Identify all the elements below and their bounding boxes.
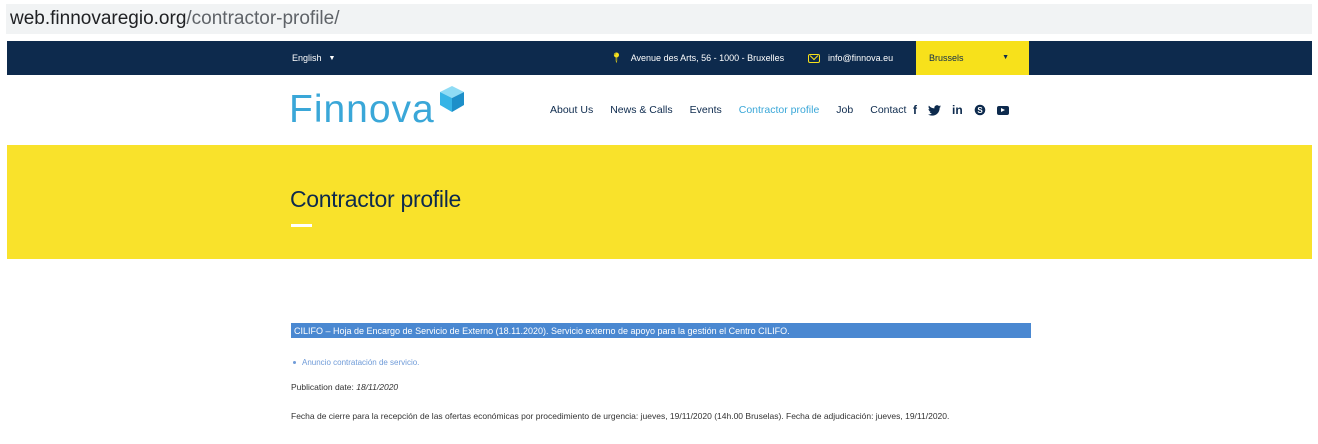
publication-date: Publication date: 18/11/2020 bbox=[291, 382, 398, 392]
svg-text:S: S bbox=[977, 106, 983, 115]
chevron-down-icon: ▼ bbox=[1002, 54, 1009, 61]
menu-item-job[interactable]: Job bbox=[836, 104, 853, 116]
logo-text: Finnova bbox=[289, 88, 435, 131]
menu-item-contact[interactable]: Contact bbox=[870, 104, 906, 116]
bullet-icon bbox=[293, 361, 296, 364]
menu-item-about-us[interactable]: About Us bbox=[550, 104, 593, 116]
menu-item-contractor-profile[interactable]: Contractor profile bbox=[739, 104, 820, 116]
url-path: /contractor-profile/ bbox=[186, 8, 340, 29]
email-text: info@finnova.eu bbox=[828, 53, 894, 63]
main-header: Finnova About Us News & Calls Events Con… bbox=[7, 75, 1312, 145]
page-title: Contractor profile bbox=[290, 186, 462, 212]
city-selector[interactable]: Brussels ▼ bbox=[916, 41, 1029, 75]
chevron-down-icon: ▼ bbox=[328, 54, 336, 62]
title-underline bbox=[291, 224, 312, 227]
email-link[interactable]: info@finnova.eu bbox=[808, 41, 893, 75]
entry-description: Fecha de cierre para la recepción de las… bbox=[291, 411, 950, 421]
language-label: English bbox=[292, 53, 322, 63]
map-pin-icon: 📍︎ bbox=[610, 52, 623, 64]
address-text: Avenue des Arts, 56 - 1000 - Bruxelles bbox=[630, 53, 785, 63]
finnova-logo[interactable]: Finnova bbox=[289, 80, 467, 140]
publication-date-value: 18/11/2020 bbox=[356, 382, 399, 392]
youtube-icon[interactable] bbox=[996, 105, 1009, 115]
linkedin-icon[interactable]: in bbox=[952, 103, 963, 117]
facebook-icon[interactable]: f bbox=[913, 103, 917, 117]
announcement-link[interactable]: Anuncio contratación de servicio. bbox=[302, 358, 419, 367]
menu-item-events[interactable]: Events bbox=[690, 104, 722, 116]
skype-icon[interactable]: S bbox=[974, 104, 986, 116]
twitter-icon[interactable] bbox=[928, 104, 941, 116]
cube-logo-icon bbox=[439, 86, 464, 112]
address-info: 📍︎ Avenue des Arts, 56 - 1000 - Bruxelle… bbox=[610, 41, 784, 75]
browser-address-bar: web.finnovaregio.org/contractor-profile/ bbox=[0, 0, 1318, 40]
menu-item-news-calls[interactable]: News & Calls bbox=[610, 104, 672, 116]
language-selector[interactable]: English ▼ bbox=[292, 41, 335, 75]
url-domain: web.finnovaregio.org bbox=[10, 8, 187, 29]
url-field[interactable]: web.finnovaregio.org/contractor-profile/ bbox=[6, 4, 1312, 34]
city-label: Brussels bbox=[929, 53, 964, 63]
page-hero: Contractor profile bbox=[7, 145, 1312, 259]
entry-heading[interactable]: CILIFO – Hoja de Encargo de Servicio de … bbox=[291, 323, 1031, 338]
main-menu: About Us News & Calls Events Contractor … bbox=[550, 75, 923, 145]
list-item: Anuncio contratación de servicio. bbox=[293, 358, 419, 367]
envelope-icon bbox=[808, 53, 820, 63]
publication-label: Publication date: bbox=[291, 382, 354, 392]
social-links: f in S bbox=[913, 75, 1009, 145]
top-info-bar: English ▼ 📍︎ Avenue des Arts, 56 - 1000 … bbox=[7, 41, 1312, 75]
